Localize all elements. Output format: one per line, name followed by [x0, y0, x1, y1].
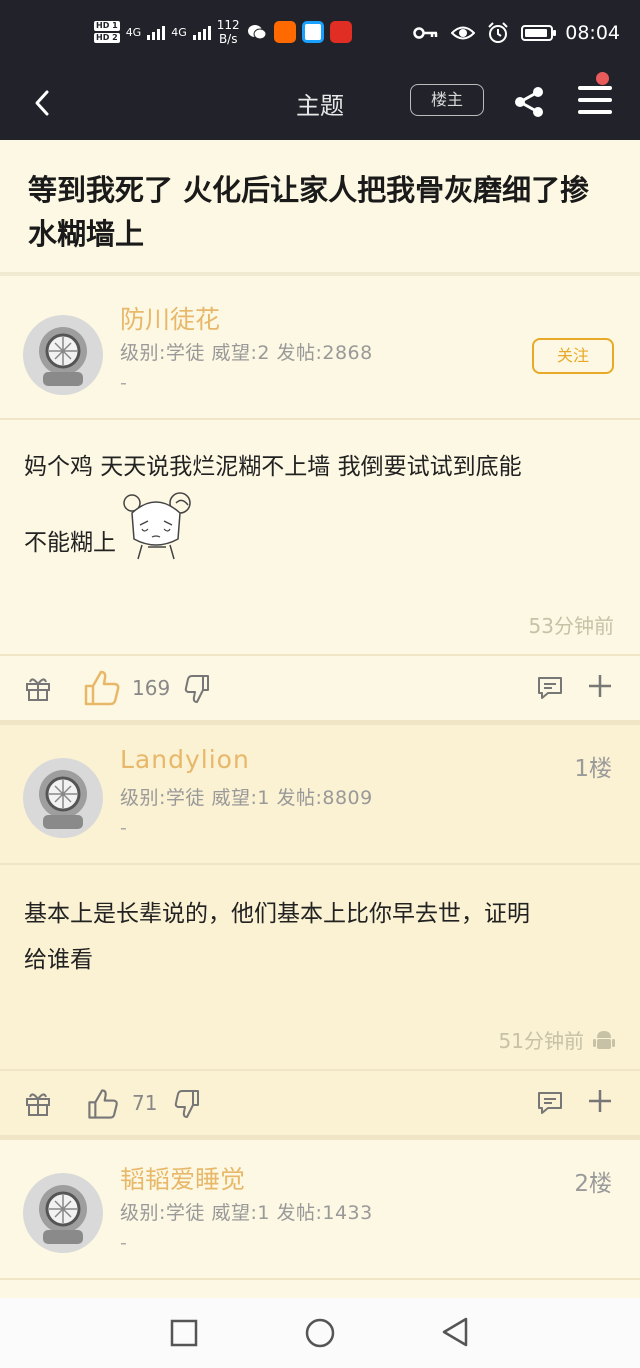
avatar[interactable] [22, 757, 104, 839]
dislike-icon[interactable] [174, 1089, 204, 1119]
user-signature: - [120, 372, 127, 394]
username[interactable]: 韬韬爱睡觉 [120, 1160, 245, 1196]
hd-indicator: HD 1 HD 2 [94, 20, 120, 44]
user-meta: 级别:学徒 威望:1 发帖:1433 [120, 1202, 373, 1224]
post-reply: 韬韬爱睡觉 级别:学徒 威望:1 发帖:1433 - 2楼 [0, 1140, 640, 1298]
back-nav-icon[interactable] [440, 1316, 470, 1348]
like-icon[interactable] [86, 1087, 120, 1121]
share-icon[interactable] [512, 84, 548, 120]
pinduoduo-icon [329, 21, 352, 43]
post-timestamp: 51分钟前 [499, 1025, 616, 1054]
floor-number: 2楼 [574, 1171, 612, 1197]
signal-icon [192, 24, 211, 40]
top-nav-bar: 主题 楼主 [0, 68, 640, 140]
content-line-2: 不能糊上 [24, 492, 522, 566]
status-left: HD 1 HD 2 4G 4G 112 B/s [94, 18, 352, 46]
content-line: 基本上是长辈说的，他们基本上比你早去世，证明 [24, 901, 530, 927]
status-bar: HD 1 HD 2 4G 4G 112 B/s 08:04 [0, 0, 640, 68]
network-1-label: 4G [125, 25, 142, 39]
hd1-label: HD 1 [94, 21, 120, 31]
floor-number: 1楼 [574, 756, 612, 782]
alarm-icon [488, 22, 508, 43]
speed-unit: B/s [218, 32, 238, 46]
follow-button[interactable]: 关注 [532, 338, 614, 374]
android-icon [593, 1030, 615, 1049]
louzhu-button[interactable]: 楼主 [410, 84, 484, 116]
app-icon [301, 21, 324, 43]
like-count: 169 [132, 676, 171, 700]
user-meta: 级别:学徒 威望:2 发帖:2868 [120, 342, 373, 364]
post-content: 妈个鸡 天天说我烂泥糊不上墙 我倒要试试到底能 不能糊上 [24, 444, 522, 566]
action-row: 169 [0, 654, 640, 720]
wechat-icon [247, 25, 267, 40]
status-right: 08:04 [413, 22, 620, 44]
post-timestamp: 53分钟前 [528, 614, 614, 638]
gift-icon[interactable] [24, 1089, 52, 1117]
avatar[interactable] [22, 314, 104, 396]
network-2-label: 4G [171, 25, 187, 39]
user-meta: 级别:学徒 威望:1 发帖:8809 [120, 787, 373, 809]
eye-icon [451, 26, 476, 40]
dislike-icon[interactable] [184, 674, 214, 704]
comment-icon[interactable] [536, 1089, 564, 1117]
hd2-label: HD 2 [94, 33, 120, 43]
content-line: 给谁看 [24, 947, 93, 973]
avatar[interactable] [22, 1172, 104, 1254]
plus-icon[interactable] [586, 1087, 614, 1115]
like-icon[interactable] [82, 668, 122, 708]
post-content: 基本上是长辈说的，他们基本上比你早去世，证明 给谁看 [24, 891, 530, 983]
post-reply: Landylion 级别:学徒 威望:1 发帖:8809 - 1楼 基本上是长辈… [0, 725, 640, 1135]
home-icon[interactable] [304, 1317, 336, 1349]
clock: 08:04 [565, 22, 620, 44]
user-row: 防川徒花 级别:学徒 威望:2 发帖:2868 - 关注 [0, 280, 640, 420]
signal-icon [147, 24, 166, 40]
user-signature: - [120, 817, 127, 839]
content-line: 妈个鸡 天天说我烂泥糊不上墙 我倒要试试到底能 [24, 454, 522, 480]
user-row: Landylion 级别:学徒 威望:1 发帖:8809 - 1楼 [0, 725, 640, 865]
thread-header: 等到我死了 火化后让家人把我骨灰磨细了掺水糊墙上 [0, 140, 640, 276]
timestamp-text: 51分钟前 [498, 1029, 584, 1053]
system-nav-bar [0, 1298, 640, 1368]
thread-title: 等到我死了 火化后让家人把我骨灰磨细了掺水糊墙上 [28, 173, 590, 251]
notification-dot [596, 72, 609, 85]
action-row: 71 [0, 1069, 640, 1135]
menu-icon[interactable] [578, 86, 612, 116]
taobao-icon [273, 21, 296, 43]
recents-icon[interactable] [170, 1319, 198, 1347]
username[interactable]: 防川徒花 [120, 300, 220, 336]
like-count: 71 [132, 1091, 158, 1115]
emoji-sticker [123, 492, 191, 560]
user-signature: - [120, 1232, 127, 1254]
battery-icon [521, 25, 557, 41]
key-icon [413, 27, 438, 39]
post-op: 防川徒花 级别:学徒 威望:2 发帖:2868 - 关注 妈个鸡 天天说我烂泥糊… [0, 280, 640, 720]
gift-icon[interactable] [24, 674, 52, 702]
plus-icon[interactable] [586, 672, 614, 700]
content-line: 不能糊上 [24, 530, 116, 556]
speed-value: 112 [216, 18, 240, 32]
comment-icon[interactable] [536, 674, 564, 702]
user-row: 韬韬爱睡觉 级别:学徒 威望:1 发帖:1433 - 2楼 [0, 1140, 640, 1280]
network-speed: 112 B/s [217, 18, 240, 46]
username[interactable]: Landylion [120, 745, 250, 774]
